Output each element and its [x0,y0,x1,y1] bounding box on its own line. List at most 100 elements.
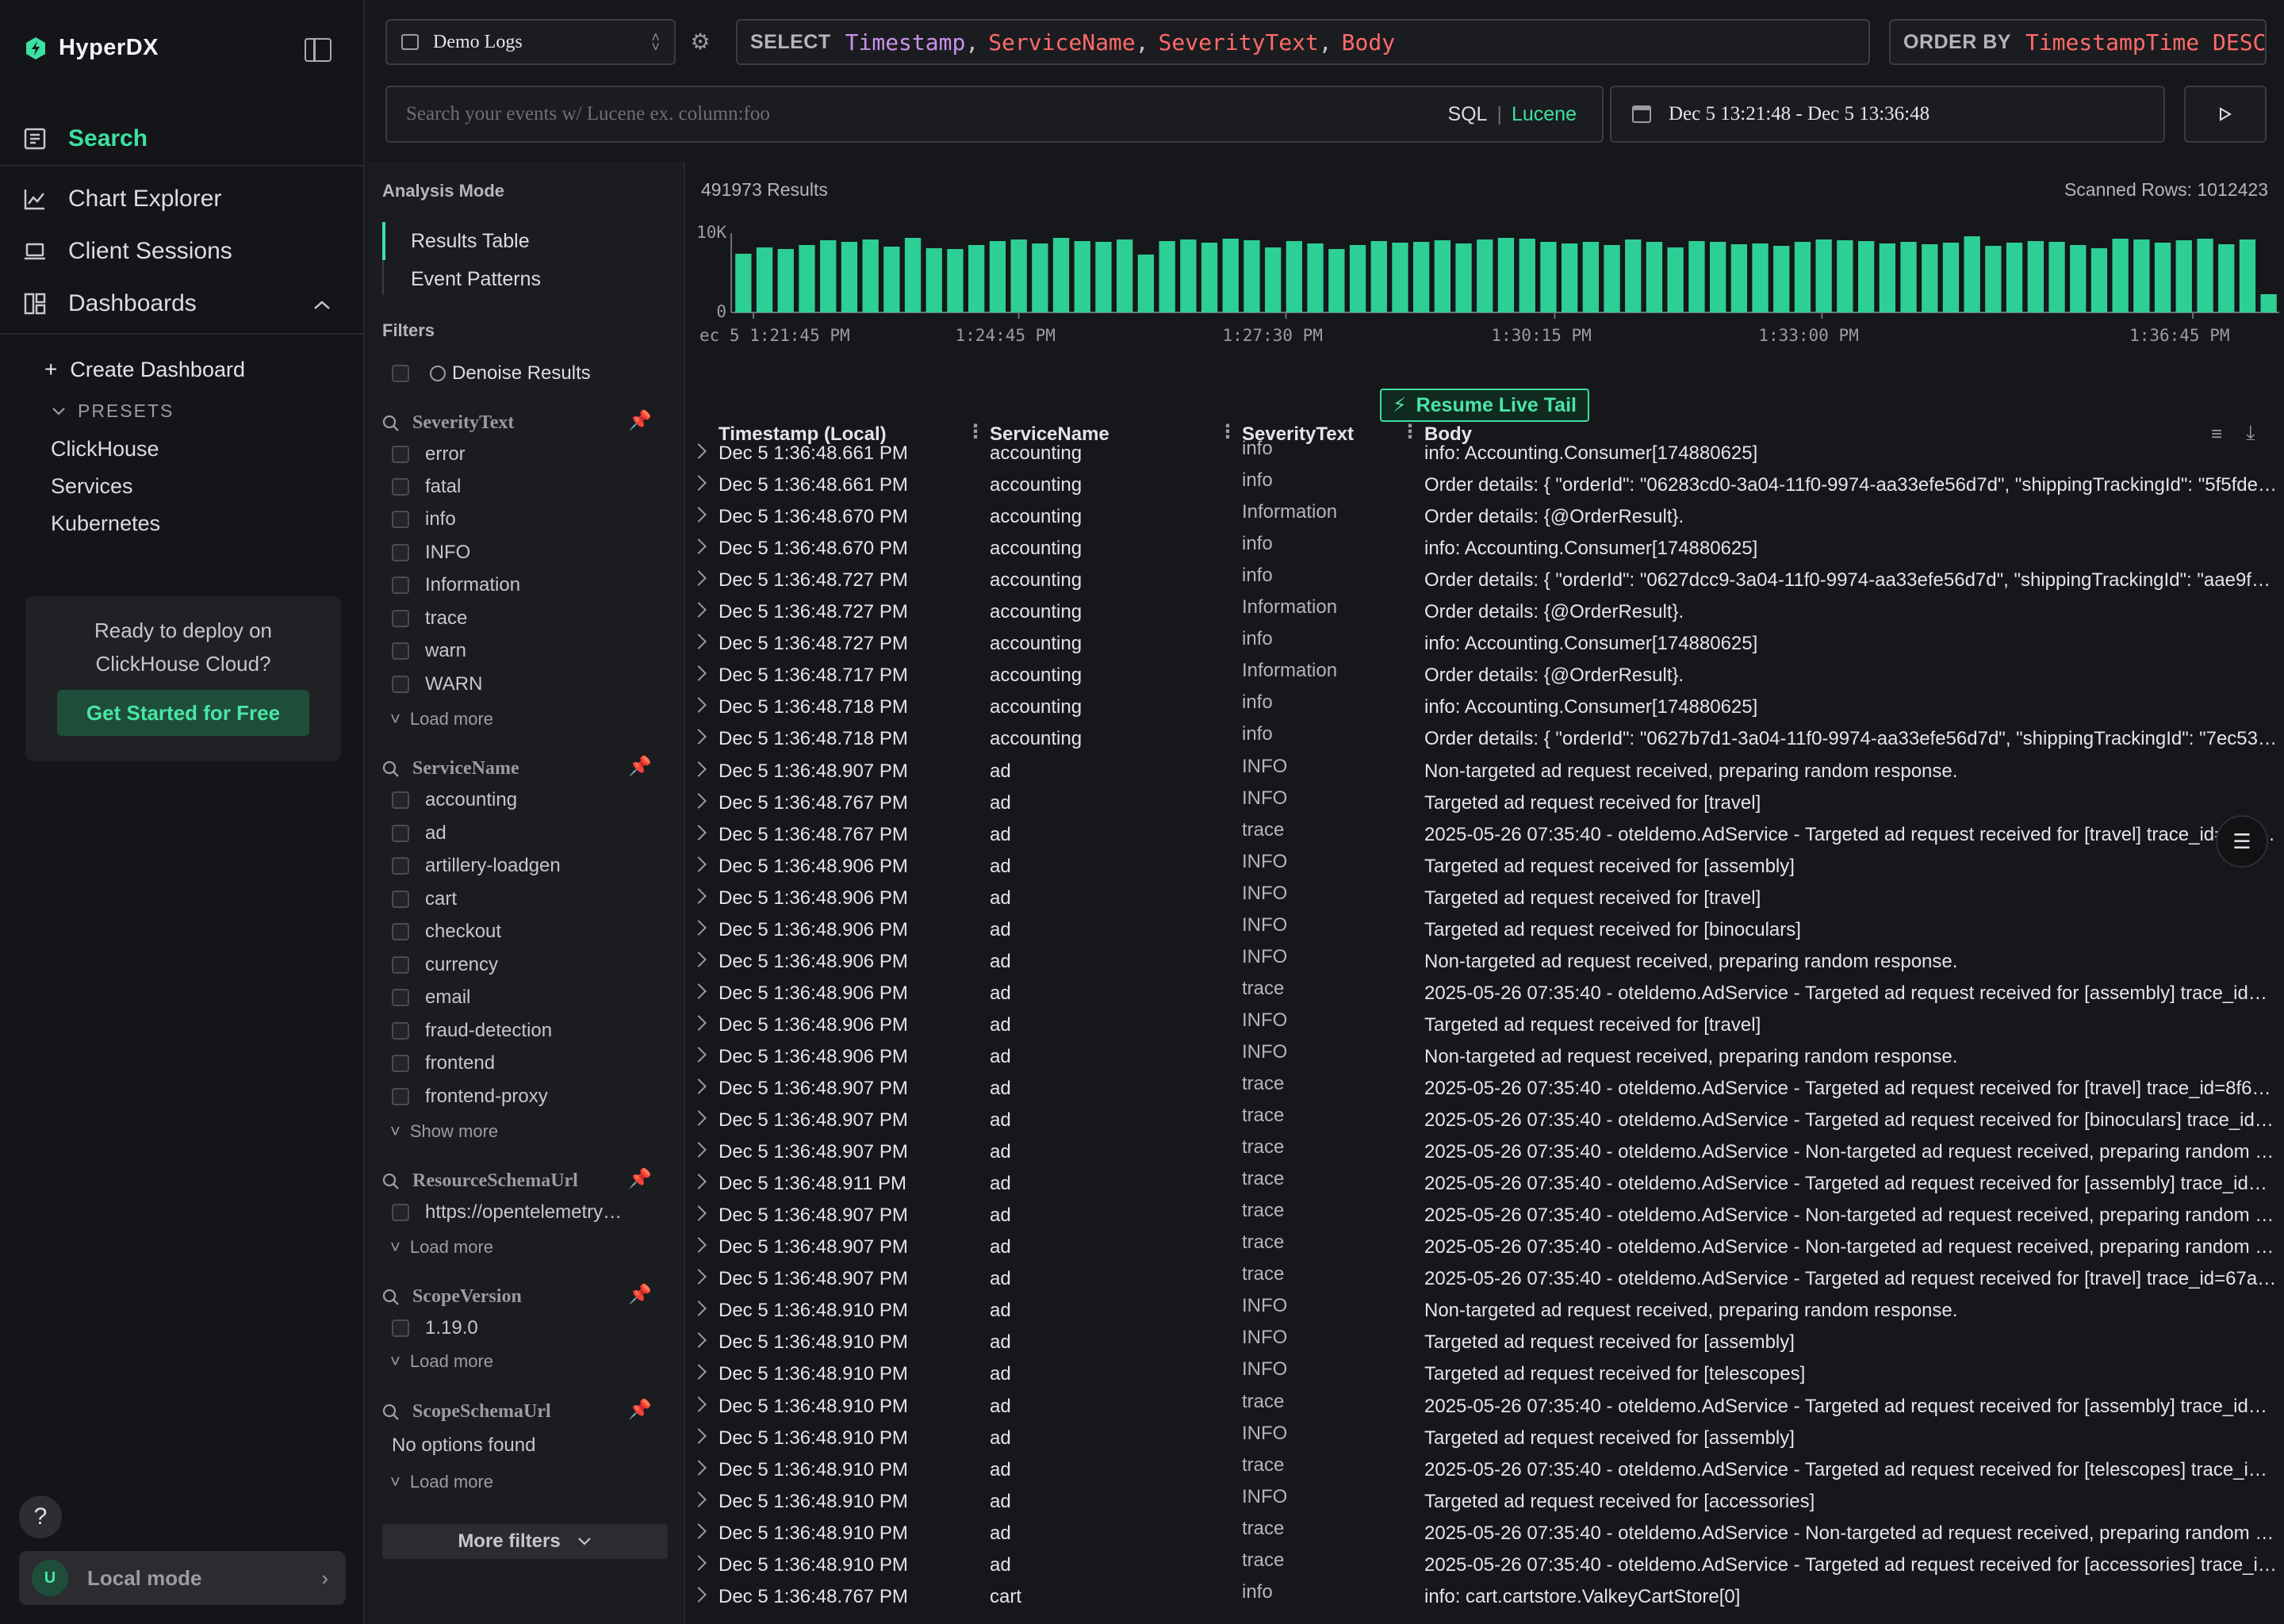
histogram-bar[interactable] [1074,241,1090,312]
chevron-right-icon[interactable] [691,443,707,459]
search-input[interactable] [406,103,1448,125]
table-row[interactable]: Dec 5 1:36:48.910 PM ad trace 2025-05-26 07… [685,1518,2284,1554]
histogram-bar[interactable] [1180,239,1197,312]
column-menu-icon[interactable]: ⋮ [1401,420,1420,443]
histogram-bar[interactable] [1922,244,1938,312]
brand[interactable]: HyperDX [24,35,159,61]
histogram-bar[interactable] [1519,239,1535,312]
chevron-right-icon[interactable] [691,760,707,777]
filter-option[interactable]: trace [425,607,467,630]
filter-option[interactable]: checkout [425,921,501,943]
table-row[interactable]: Dec 5 1:36:48.910 PM ad INFO Targeted ad re… [685,1327,2284,1363]
pin-icon[interactable]: 📌 [628,755,652,777]
table-row[interactable]: Dec 5 1:36:48.907 PM ad trace 2025-05-26 07… [685,1105,2284,1141]
filter-checkbox[interactable] [392,610,409,627]
histogram-bar[interactable] [904,238,922,312]
histogram-bar[interactable] [1265,247,1282,312]
filter-option[interactable]: info [425,508,456,530]
table-row[interactable]: Dec 5 1:36:48.718 PM accounting info info: … [685,691,2284,728]
histogram-bar[interactable] [756,247,773,312]
histogram-bar[interactable] [1752,243,1769,312]
histogram-bar[interactable] [1222,239,1239,312]
chevron-right-icon[interactable] [691,1491,707,1507]
histogram-bar[interactable] [2239,239,2256,312]
filter-checkbox[interactable] [392,1320,409,1337]
get-started-button[interactable]: Get Started for Free [57,690,309,736]
chevron-right-icon[interactable] [691,1332,707,1349]
table-row[interactable]: Dec 5 1:36:48.717 PM accounting Informatio… [685,660,2284,696]
column-menu-icon[interactable]: ⋮ [1218,420,1237,443]
chevron-right-icon[interactable] [691,1459,707,1476]
filter-checkbox[interactable] [392,511,409,528]
chevron-right-icon[interactable] [691,1047,707,1063]
chevron-right-icon[interactable] [691,1237,707,1254]
filter-checkbox[interactable] [392,446,409,463]
chevron-right-icon[interactable] [691,1269,707,1285]
histogram-bar[interactable] [1137,255,1154,312]
table-row[interactable]: Dec 5 1:36:48.910 PM ad trace 2025-05-26 07… [685,1549,2284,1586]
chevron-right-icon[interactable] [691,697,707,714]
histogram-bar[interactable] [1985,246,2002,312]
histogram-bar[interactable] [1562,243,1578,312]
select-clause-input[interactable]: SELECT Timestamp, ServiceName, SeverityT… [736,19,1870,65]
filter-checkbox[interactable] [392,923,409,940]
run-query-button[interactable] [2184,86,2267,143]
histogram-bar[interactable] [1964,236,1980,312]
filter-checkbox[interactable] [392,891,409,908]
chevron-right-icon[interactable] [691,1364,707,1381]
chevron-right-icon[interactable] [691,634,707,650]
histogram-bar[interactable] [1010,239,1027,312]
load-more-button[interactable]: ˅ Load more [390,709,493,730]
local-mode-button[interactable]: U Local mode › [19,1551,346,1605]
chevron-right-icon[interactable] [691,792,707,809]
denoise-checkbox[interactable] [392,365,409,382]
histogram-bar[interactable] [1667,247,1684,312]
histogram-bar[interactable] [820,240,837,312]
filter-checkbox[interactable] [392,478,409,496]
histogram-bar[interactable] [2090,248,2108,312]
event-histogram[interactable]: 10K 0 ec 5 1:21:45 PM 1:24:45 PM 1:27:30 PM 1… [685,206,2284,349]
histogram-bar[interactable] [989,241,1006,312]
histogram-bar[interactable] [1244,240,1260,312]
filter-group-scopeschemaurl[interactable]: ScopeSchemaUrl [382,1401,551,1423]
table-row[interactable]: Dec 5 1:36:48.906 PM ad INFO Non-targeted a… [685,946,2284,982]
histogram-bar[interactable] [2070,245,2087,312]
lang-sql[interactable]: SQL [1447,103,1487,126]
source-select[interactable]: Demo Logs ˄ ˅ [385,19,676,65]
chevron-right-icon[interactable] [691,665,707,682]
table-row[interactable]: Dec 5 1:36:48.906 PM ad INFO Targeted ad re… [685,851,2284,887]
chevron-right-icon[interactable] [691,1078,707,1094]
histogram-bar[interactable] [1582,242,1599,312]
chevron-right-icon[interactable] [691,1110,707,1126]
filter-option[interactable]: email [425,986,470,1009]
table-row[interactable]: Dec 5 1:36:48.906 PM ad INFO Targeted ad re… [685,914,2284,951]
mode-event-patterns[interactable]: Event Patterns [411,268,541,291]
filter-checkbox[interactable] [392,576,409,594]
histogram-bar[interactable] [1370,241,1387,312]
sidebar-collapse-icon[interactable] [305,38,331,62]
chevron-right-icon[interactable] [691,919,707,936]
histogram-bar[interactable] [1307,243,1324,312]
histogram-bar[interactable] [2154,243,2171,312]
chevron-right-icon[interactable] [691,1205,707,1222]
denoise-option[interactable]: Denoise Results [430,362,591,385]
filter-option[interactable]: WARN [425,673,482,695]
table-row[interactable]: Dec 5 1:36:48.906 PM ad INFO Targeted ad re… [685,1009,2284,1046]
load-more-button[interactable]: ˅ Load more [390,1237,493,1258]
histogram-bar[interactable] [2260,294,2277,312]
histogram-bar[interactable] [883,247,900,312]
histogram-bar[interactable] [1497,238,1515,312]
filter-group-scopeversion[interactable]: ScopeVersion [382,1286,522,1308]
filter-option[interactable]: currency [425,954,498,976]
histogram-bar[interactable] [1328,249,1345,312]
histogram-bar[interactable] [925,248,942,312]
show-more-button[interactable]: ˅ Show more [390,1121,498,1142]
chevron-right-icon[interactable] [691,1586,707,1603]
histogram-bar[interactable] [1413,242,1430,312]
table-row[interactable]: Dec 5 1:36:48.910 PM ad trace 2025-05-26 07… [685,1454,2284,1491]
table-row[interactable]: Dec 5 1:36:48.907 PM ad trace 2025-05-26 07… [685,1136,2284,1173]
histogram-bar[interactable] [1052,238,1070,312]
nav-item-chart-explorer[interactable]: Chart Explorer [22,186,221,213]
table-row[interactable]: Dec 5 1:36:48.727 PM accounting Informatio… [685,596,2284,633]
pin-icon[interactable]: 📌 [628,1398,652,1420]
